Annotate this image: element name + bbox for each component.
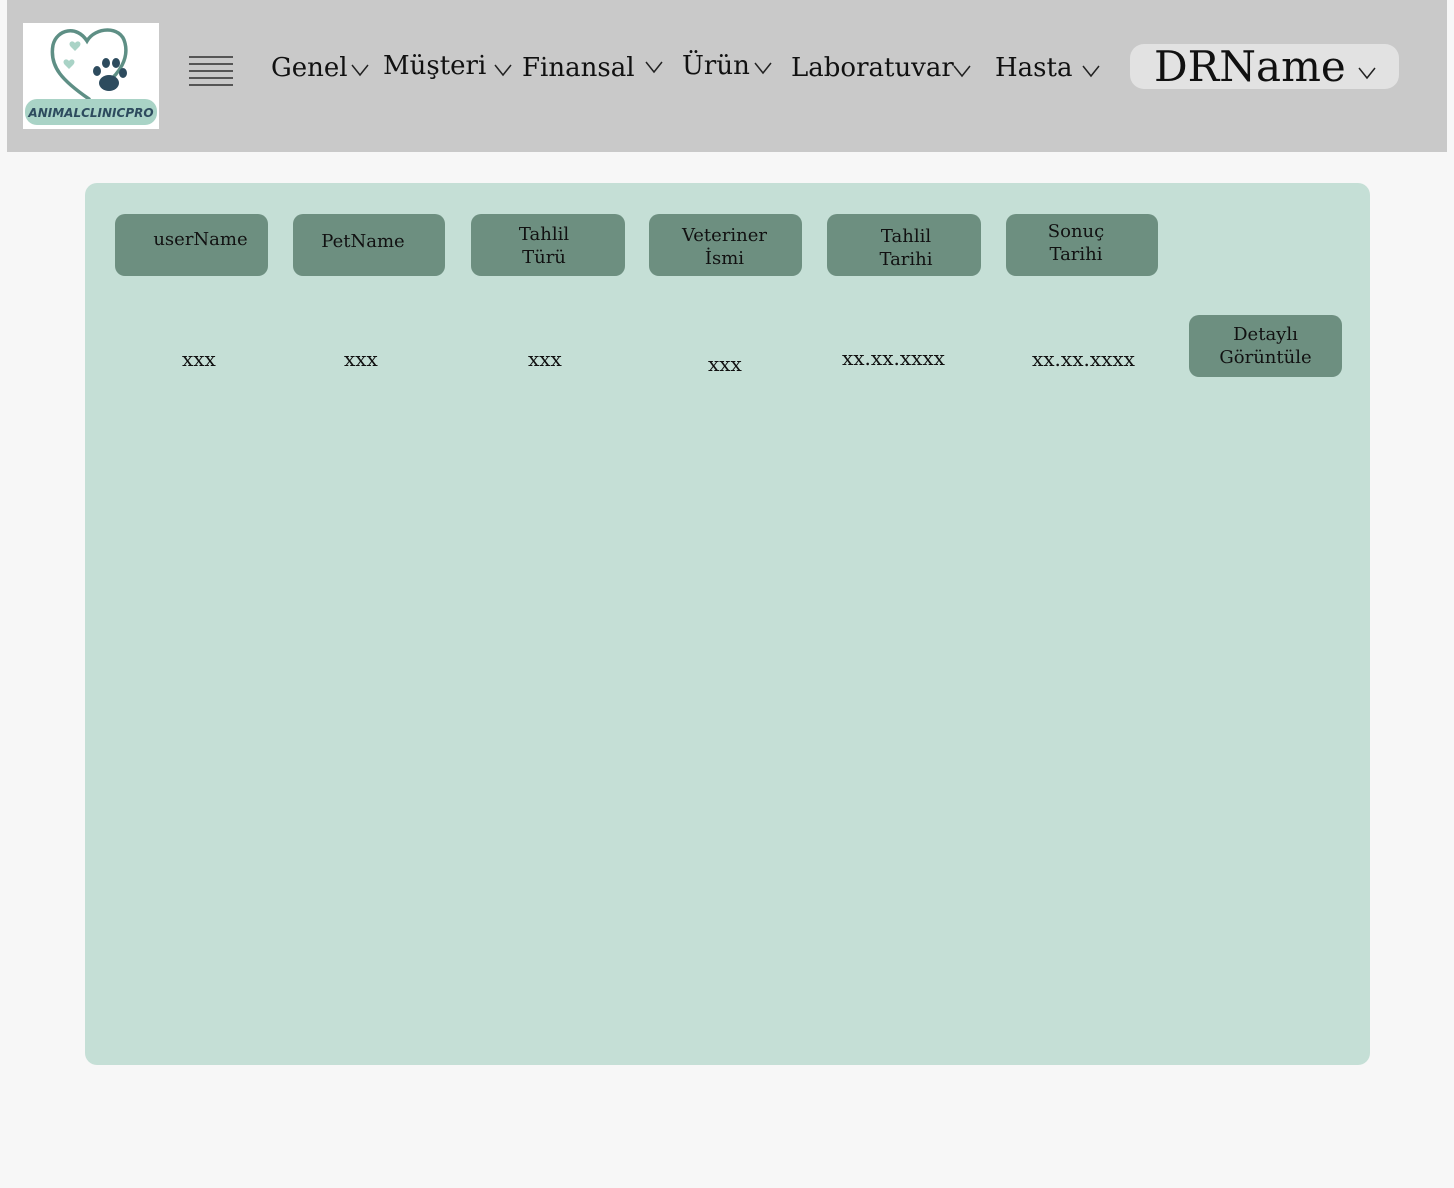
chevron-down-icon xyxy=(494,64,512,77)
nav-musteri[interactable]: Müşteri xyxy=(383,48,512,84)
column-header-label: Sonuç Tarihi xyxy=(1047,221,1105,265)
column-header-label: Veteriner İsmi xyxy=(681,225,768,269)
nav-urun-label: Ürün xyxy=(682,51,750,81)
user-name: DRName xyxy=(1154,42,1346,91)
column-header-veteriner-ismi[interactable]: Veteriner İsmi xyxy=(649,214,802,276)
chevron-down-icon xyxy=(953,65,971,78)
column-header-tahlil-tarihi[interactable]: Tahlil Tarihi xyxy=(827,214,981,276)
nav-urun[interactable]: Ürün xyxy=(682,48,772,84)
chevron-down-icon xyxy=(1358,67,1376,80)
lab-results-panel: userName PetName Tahlil Türü Veteriner İ… xyxy=(85,183,1370,1065)
nav-hasta[interactable]: Hasta xyxy=(995,50,1100,86)
column-header-label: Tahlil Tarihi xyxy=(879,226,933,270)
nav-genel-label: Genel xyxy=(271,53,348,83)
top-navigation-bar: ANIMALCLINICPRO Genel Müşteri Finansal Ü… xyxy=(7,0,1447,152)
hamburger-menu-icon[interactable] xyxy=(189,56,233,90)
chevron-down-icon xyxy=(1082,65,1100,78)
nav-finansal[interactable]: Finansal xyxy=(522,50,663,86)
view-details-label: Detaylı Görüntüle xyxy=(1219,324,1312,368)
column-header-label: Tahlil Türü xyxy=(518,224,570,268)
table-cell-petname: xxx xyxy=(344,347,378,371)
animalclinicpro-logo[interactable]: ANIMALCLINICPRO xyxy=(23,23,159,129)
chevron-down-icon xyxy=(754,62,772,75)
table-cell-tahlil-tarihi: xx.xx.xxxx xyxy=(842,346,945,370)
nav-finansal-label: Finansal xyxy=(522,53,635,83)
nav-musteri-label: Müşteri xyxy=(383,51,487,81)
table-cell-username: xxx xyxy=(182,347,216,371)
column-header-petname[interactable]: PetName xyxy=(293,214,445,276)
user-menu-dropdown[interactable]: DRName xyxy=(1130,42,1399,91)
table-cell-veteriner-ismi: xxx xyxy=(708,352,742,376)
nav-laboratuvar-label: Laboratuvar xyxy=(791,53,954,83)
table-cell-tahlil-turu: xxx xyxy=(528,347,562,371)
logo-text: ANIMALCLINICPRO xyxy=(27,106,153,120)
view-details-button[interactable]: Detaylı Görüntüle xyxy=(1189,315,1342,377)
table-cell-sonuc-tarihi: xx.xx.xxxx xyxy=(1032,347,1135,371)
chevron-down-icon xyxy=(351,64,369,77)
nav-genel[interactable]: Genel xyxy=(271,50,369,86)
chevron-down-icon xyxy=(645,61,663,74)
column-header-label: userName xyxy=(153,228,248,250)
logo-heart-paw-icon: ANIMALCLINICPRO xyxy=(25,28,157,125)
column-header-label: PetName xyxy=(321,230,405,252)
column-header-tahlil-turu[interactable]: Tahlil Türü xyxy=(471,214,625,276)
nav-laboratuvar[interactable]: Laboratuvar xyxy=(791,50,971,86)
column-header-sonuc-tarihi[interactable]: Sonuç Tarihi xyxy=(1006,214,1158,276)
nav-hasta-label: Hasta xyxy=(995,53,1073,83)
column-header-username[interactable]: userName xyxy=(115,214,268,276)
